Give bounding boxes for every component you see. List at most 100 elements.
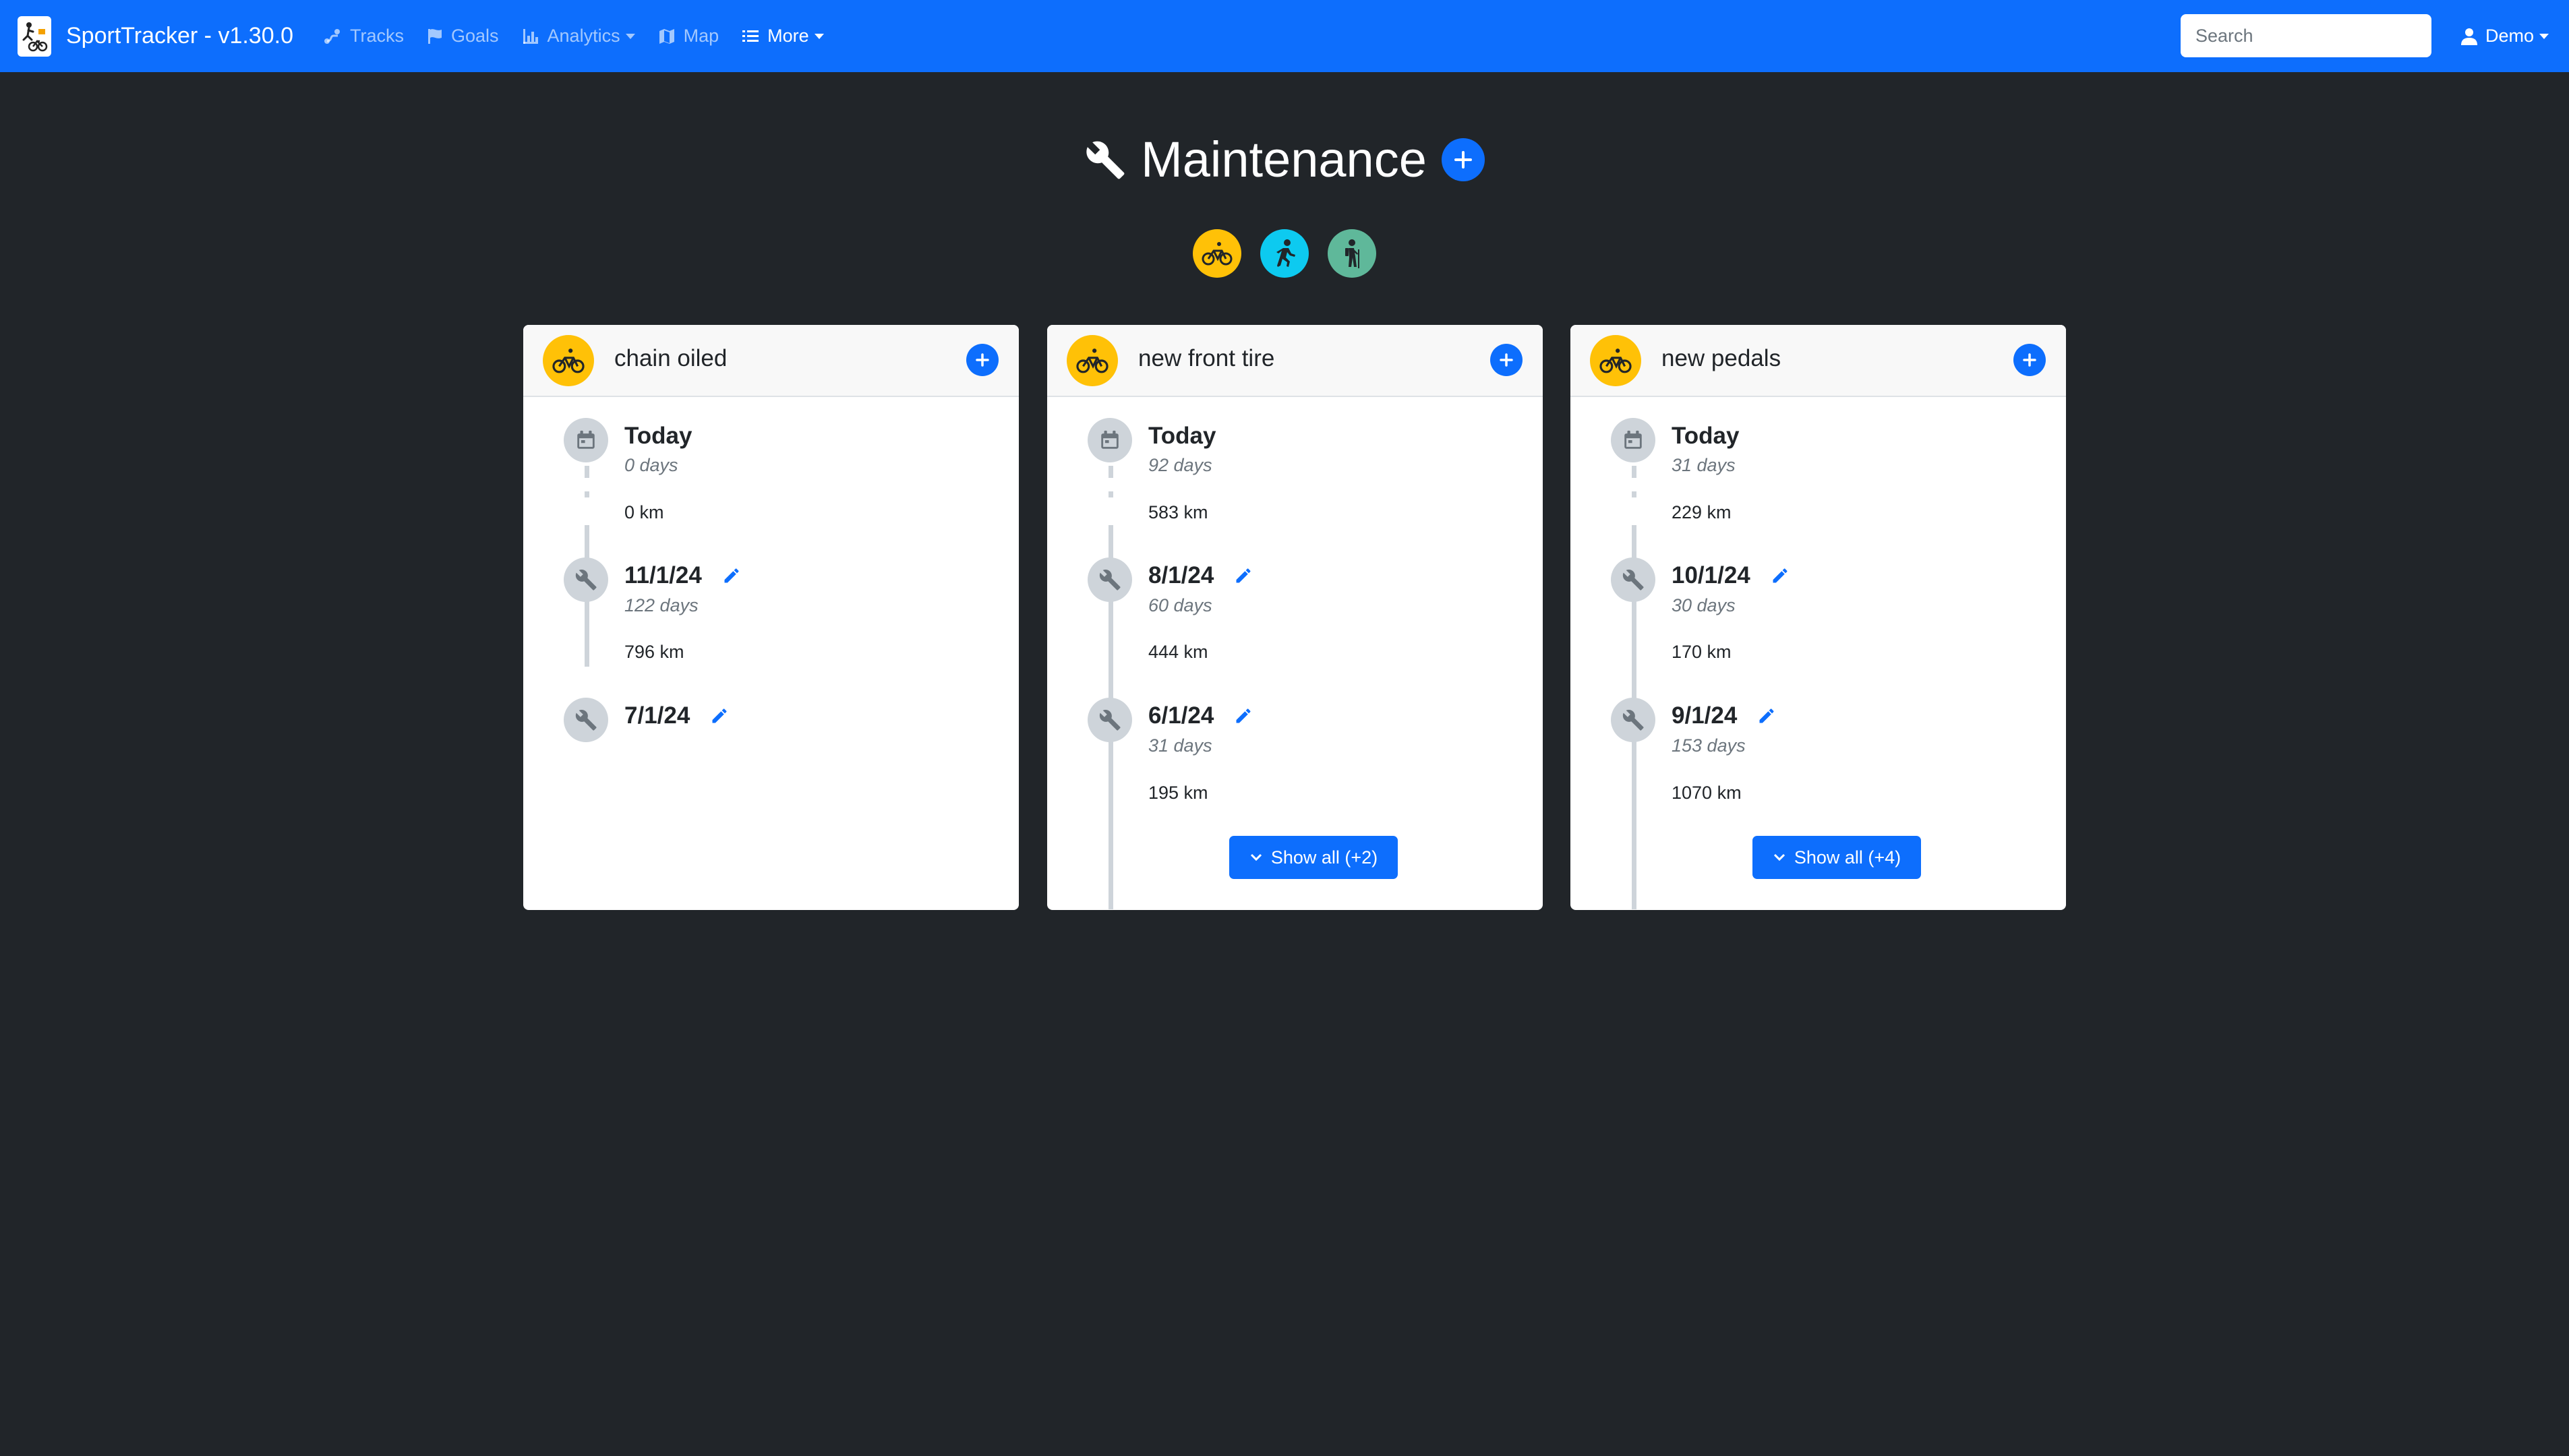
page-title: Maintenance	[1141, 131, 1427, 187]
today-days: 31 days	[1672, 455, 1736, 475]
hiking-icon	[1345, 239, 1359, 268]
timeline: Today 31 days 229 km 10/1/24 30 days 170…	[1570, 397, 2066, 910]
filter-cycling-button[interactable]	[1193, 229, 1241, 278]
entry-date: 9/1/24	[1672, 702, 1738, 729]
nav-more[interactable]: More	[742, 26, 824, 47]
entry-date: 7/1/24	[624, 702, 690, 729]
card-title: new pedals	[1661, 345, 1781, 371]
today-label: Today	[624, 423, 692, 449]
wrench-icon	[1611, 557, 1655, 602]
nav-map-label: Map	[683, 26, 719, 46]
filter-hiking-button[interactable]	[1328, 229, 1376, 278]
entry-date-row: 8/1/24	[1148, 562, 1253, 589]
wrench-icon	[1611, 698, 1655, 742]
pencil-icon	[724, 568, 739, 583]
map-icon	[659, 28, 674, 44]
entry-date-row: 9/1/24	[1672, 702, 1776, 729]
bar-chart-icon	[523, 28, 538, 44]
pencil-icon	[1236, 568, 1251, 583]
today-label: Today	[1148, 423, 1216, 449]
nav-analytics-label: Analytics	[547, 26, 620, 46]
card-title: new front tire	[1138, 345, 1275, 371]
add-maintenance-button[interactable]	[1441, 138, 1485, 181]
entry-date: 8/1/24	[1148, 562, 1214, 588]
entry-km: 1070 km	[1672, 783, 1742, 803]
pencil-icon	[712, 708, 727, 723]
entry-days: 60 days	[1148, 595, 1212, 615]
chevron-down-icon	[2539, 33, 2549, 39]
bicycle-icon	[1202, 242, 1233, 266]
pencil-icon	[1236, 708, 1251, 723]
nav-tracks-label: Tracks	[349, 26, 404, 46]
edit-entry-button[interactable]	[722, 566, 741, 585]
bicycle-icon	[543, 335, 594, 386]
today-days: 92 days	[1148, 455, 1212, 475]
card-title: chain oiled	[614, 345, 728, 371]
chevron-down-icon	[625, 33, 635, 39]
entry-date-row: 6/1/24	[1148, 702, 1253, 729]
nav-map[interactable]: Map	[658, 26, 719, 47]
entry-days: 122 days	[624, 595, 699, 615]
show-all-label: Show all (+2)	[1270, 847, 1378, 868]
show-all-label: Show all (+4)	[1794, 847, 1901, 868]
nav-more-label: More	[767, 26, 809, 46]
entry-days: 31 days	[1148, 735, 1212, 756]
entry-km: 444 km	[1148, 642, 1208, 662]
timeline: Today 92 days 583 km 8/1/24 60 days 444 …	[1047, 397, 1543, 910]
entry-date-row: 7/1/24	[624, 702, 729, 729]
chevron-down-icon	[814, 33, 824, 39]
since-km: 0 km	[624, 502, 664, 522]
nav-goals-label: Goals	[450, 26, 499, 46]
wrench-icon	[564, 557, 608, 602]
add-entry-button[interactable]	[1490, 344, 1523, 376]
calendar-icon	[1611, 418, 1655, 462]
since-km: 229 km	[1672, 502, 1732, 522]
pencil-icon	[1759, 708, 1774, 723]
wrench-icon	[1088, 557, 1132, 602]
plus-icon	[2023, 353, 2036, 367]
brand-title: SportTracker - v1.30.0	[66, 23, 293, 49]
user-icon	[2461, 28, 2477, 45]
today-days: 0 days	[624, 455, 678, 475]
entry-date-row: 11/1/24	[624, 562, 741, 589]
calendar-icon	[564, 418, 608, 462]
add-entry-button[interactable]	[2013, 344, 2046, 376]
plus-icon	[1454, 151, 1472, 169]
timeline: Today 0 days 0 km 11/1/24 122 days 796 k…	[523, 397, 1019, 910]
chevron-down-icon	[1773, 853, 1785, 861]
activity-filter-group	[0, 229, 2569, 278]
today-label: Today	[1672, 423, 1740, 449]
user-menu[interactable]: Demo	[2460, 0, 2549, 72]
wrench-icon	[564, 698, 608, 742]
add-entry-button[interactable]	[966, 344, 999, 376]
card-header: new pedals	[1570, 325, 2066, 397]
wrench-icon	[1086, 141, 1125, 179]
nav-analytics[interactable]: Analytics	[522, 26, 635, 47]
edit-entry-button[interactable]	[710, 706, 729, 725]
edit-entry-button[interactable]	[1757, 706, 1776, 725]
entry-date: 11/1/24	[624, 562, 702, 588]
entry-km: 195 km	[1148, 783, 1208, 803]
flag-icon	[427, 28, 442, 44]
show-all-button[interactable]: Show all (+2)	[1229, 836, 1398, 879]
edit-entry-button[interactable]	[1234, 706, 1253, 725]
entry-date-row: 10/1/24	[1672, 562, 1790, 589]
edit-entry-button[interactable]	[1771, 566, 1790, 585]
nav-tracks[interactable]: Tracks	[323, 26, 404, 47]
route-icon	[324, 28, 340, 44]
brand[interactable]: SportTracker - v1.30.0	[18, 16, 293, 57]
entry-km: 796 km	[624, 642, 684, 662]
entry-days: 153 days	[1672, 735, 1746, 756]
edit-entry-button[interactable]	[1234, 566, 1253, 585]
calendar-icon	[1088, 418, 1132, 462]
filter-running-button[interactable]	[1260, 229, 1309, 278]
search-input[interactable]	[2181, 14, 2431, 57]
running-icon	[1276, 239, 1295, 267]
list-icon	[742, 30, 759, 42]
bicycle-icon	[1067, 335, 1118, 386]
plus-icon	[1500, 353, 1513, 367]
pencil-icon	[1773, 568, 1788, 583]
entry-date: 10/1/24	[1672, 562, 1750, 588]
show-all-button[interactable]: Show all (+4)	[1752, 836, 1921, 879]
nav-goals[interactable]: Goals	[427, 26, 499, 47]
